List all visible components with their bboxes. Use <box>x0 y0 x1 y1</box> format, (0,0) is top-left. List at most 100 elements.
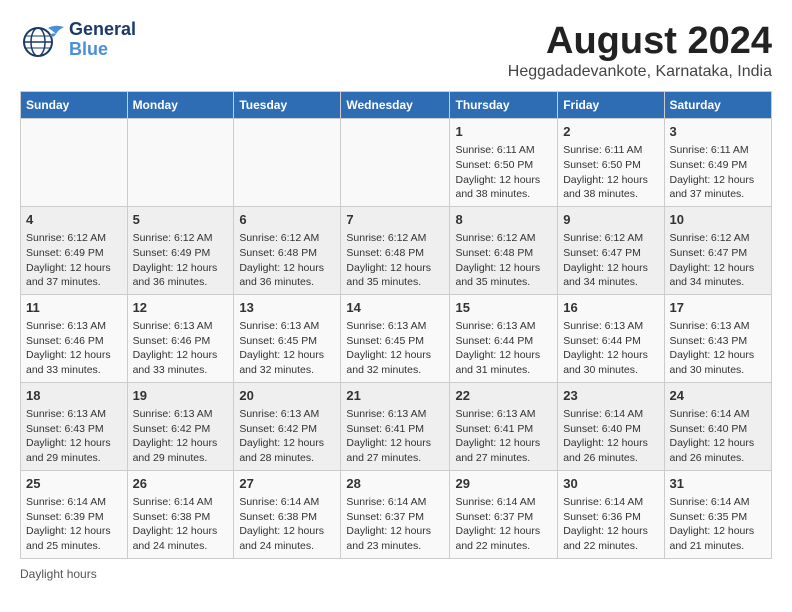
calendar-cell: 20Sunrise: 6:13 AM Sunset: 6:42 PM Dayli… <box>234 382 341 470</box>
calendar-table: SundayMondayTuesdayWednesdayThursdayFrid… <box>20 91 772 559</box>
calendar-cell: 13 Sunrise: 6:13 AM Sunset: 6:45 PM Dayli… <box>234 294 341 382</box>
col-header-sunday: Sunday <box>21 92 128 119</box>
day-number: 18 <box>26 387 122 405</box>
day-number: 9 <box>563 211 658 229</box>
calendar-cell: 27 Sunrise: 6:14 AM Sunset: 6:38 PM Dayli… <box>234 470 341 558</box>
calendar-header-row: SundayMondayTuesdayWednesdayThursdayFrid… <box>21 92 772 119</box>
day-number: 1 <box>455 123 552 141</box>
day-info: Sunrise: 6:14 AM Sunset: 6:36 PM Dayligh… <box>563 495 658 554</box>
calendar-cell: 6Sunrise: 6:12 AM Sunset: 6:48 PM Daylig… <box>234 206 341 294</box>
footer-note: Daylight hours <box>20 567 772 581</box>
col-header-saturday: Saturday <box>664 92 772 119</box>
calendar-cell <box>127 119 234 207</box>
day-number: 7 <box>346 211 444 229</box>
day-info: Sunrise: 6:14 AM Sunset: 6:39 PM Dayligh… <box>26 495 122 554</box>
calendar-cell: 12Sunrise: 6:13 AM Sunset: 6:46 PM Dayli… <box>127 294 234 382</box>
day-info: Sunrise: 6:13 AM Sunset: 6:44 PM Dayligh… <box>563 319 658 378</box>
logo-blue: Blue <box>69 40 136 60</box>
day-number: 19 <box>133 387 229 405</box>
day-info: Sunrise: 6:12 AM Sunset: 6:49 PM Dayligh… <box>133 231 229 290</box>
calendar-cell: 8 Sunrise: 6:12 AM Sunset: 6:48 PM Daylig… <box>450 206 558 294</box>
calendar-week-row: 18 Sunrise: 6:13 AM Sunset: 6:43 PM Dayli… <box>21 382 772 470</box>
calendar-cell: 25 Sunrise: 6:14 AM Sunset: 6:39 PM Dayli… <box>21 470 128 558</box>
day-number: 26 <box>133 475 229 493</box>
day-info: Sunrise: 6:14 AM Sunset: 6:38 PM Dayligh… <box>239 495 335 554</box>
calendar-cell: 23Sunrise: 6:14 AM Sunset: 6:40 PM Dayli… <box>558 382 664 470</box>
day-info: Sunrise: 6:14 AM Sunset: 6:35 PM Dayligh… <box>670 495 767 554</box>
col-header-wednesday: Wednesday <box>341 92 450 119</box>
logo: General Blue <box>20 20 136 60</box>
day-info: Sunrise: 6:13 AM Sunset: 6:43 PM Dayligh… <box>26 407 122 466</box>
calendar-cell: 31 Sunrise: 6:14 AM Sunset: 6:35 PM Dayli… <box>664 470 772 558</box>
col-header-friday: Friday <box>558 92 664 119</box>
calendar-cell: 18 Sunrise: 6:13 AM Sunset: 6:43 PM Dayli… <box>21 382 128 470</box>
calendar-cell <box>234 119 341 207</box>
calendar-cell <box>21 119 128 207</box>
day-number: 31 <box>670 475 767 493</box>
day-number: 13 <box>239 299 335 317</box>
calendar-cell: 9 Sunrise: 6:12 AM Sunset: 6:47 PM Daylig… <box>558 206 664 294</box>
calendar-week-row: 25 Sunrise: 6:14 AM Sunset: 6:39 PM Dayli… <box>21 470 772 558</box>
calendar-cell: 28Sunrise: 6:14 AM Sunset: 6:37 PM Dayli… <box>341 470 450 558</box>
day-number: 4 <box>26 211 122 229</box>
day-info: Sunrise: 6:12 AM Sunset: 6:48 PM Dayligh… <box>239 231 335 290</box>
day-number: 5 <box>133 211 229 229</box>
day-number: 30 <box>563 475 658 493</box>
day-info: Sunrise: 6:14 AM Sunset: 6:38 PM Dayligh… <box>133 495 229 554</box>
day-info: Sunrise: 6:14 AM Sunset: 6:37 PM Dayligh… <box>346 495 444 554</box>
day-info: Sunrise: 6:13 AM Sunset: 6:41 PM Dayligh… <box>455 407 552 466</box>
calendar-cell: 5 Sunrise: 6:12 AM Sunset: 6:49 PM Daylig… <box>127 206 234 294</box>
calendar-cell: 17 Sunrise: 6:13 AM Sunset: 6:43 PM Dayli… <box>664 294 772 382</box>
day-number: 17 <box>670 299 767 317</box>
calendar-cell: 4Sunrise: 6:12 AM Sunset: 6:49 PM Daylig… <box>21 206 128 294</box>
calendar-cell: 29Sunrise: 6:14 AM Sunset: 6:37 PM Dayli… <box>450 470 558 558</box>
day-info: Sunrise: 6:12 AM Sunset: 6:47 PM Dayligh… <box>563 231 658 290</box>
calendar-cell: 19Sunrise: 6:13 AM Sunset: 6:42 PM Dayli… <box>127 382 234 470</box>
day-info: Sunrise: 6:12 AM Sunset: 6:48 PM Dayligh… <box>455 231 552 290</box>
calendar-cell: 24 Sunrise: 6:14 AM Sunset: 6:40 PM Dayli… <box>664 382 772 470</box>
calendar-cell: 10Sunrise: 6:12 AM Sunset: 6:47 PM Dayli… <box>664 206 772 294</box>
day-info: Sunrise: 6:13 AM Sunset: 6:45 PM Dayligh… <box>239 319 335 378</box>
day-number: 11 <box>26 299 122 317</box>
page-header: General Blue August 2024 Heggadadevankot… <box>20 20 772 81</box>
day-info: Sunrise: 6:13 AM Sunset: 6:41 PM Dayligh… <box>346 407 444 466</box>
day-number: 22 <box>455 387 552 405</box>
day-number: 8 <box>455 211 552 229</box>
day-number: 24 <box>670 387 767 405</box>
calendar-cell: 21Sunrise: 6:13 AM Sunset: 6:41 PM Dayli… <box>341 382 450 470</box>
day-info: Sunrise: 6:11 AM Sunset: 6:50 PM Dayligh… <box>455 143 552 202</box>
day-info: Sunrise: 6:13 AM Sunset: 6:43 PM Dayligh… <box>670 319 767 378</box>
calendar-cell: 16 Sunrise: 6:13 AM Sunset: 6:44 PM Dayli… <box>558 294 664 382</box>
page-title: August 2024 <box>508 20 772 63</box>
calendar-cell: 14Sunrise: 6:13 AM Sunset: 6:45 PM Dayli… <box>341 294 450 382</box>
day-info: Sunrise: 6:13 AM Sunset: 6:46 PM Dayligh… <box>133 319 229 378</box>
day-number: 20 <box>239 387 335 405</box>
calendar-week-row: 1 Sunrise: 6:11 AM Sunset: 6:50 PM Daylig… <box>21 119 772 207</box>
calendar-cell: 7 Sunrise: 6:12 AM Sunset: 6:48 PM Daylig… <box>341 206 450 294</box>
calendar-cell: 3Sunrise: 6:11 AM Sunset: 6:49 PM Daylig… <box>664 119 772 207</box>
day-number: 16 <box>563 299 658 317</box>
col-header-tuesday: Tuesday <box>234 92 341 119</box>
day-info: Sunrise: 6:12 AM Sunset: 6:48 PM Dayligh… <box>346 231 444 290</box>
calendar-cell: 15 Sunrise: 6:13 AM Sunset: 6:44 PM Dayli… <box>450 294 558 382</box>
day-number: 27 <box>239 475 335 493</box>
day-number: 10 <box>670 211 767 229</box>
day-number: 2 <box>563 123 658 141</box>
day-info: Sunrise: 6:14 AM Sunset: 6:40 PM Dayligh… <box>563 407 658 466</box>
calendar-cell: 1 Sunrise: 6:11 AM Sunset: 6:50 PM Daylig… <box>450 119 558 207</box>
day-number: 25 <box>26 475 122 493</box>
day-number: 3 <box>670 123 767 141</box>
calendar-week-row: 11 Sunrise: 6:13 AM Sunset: 6:46 PM Dayli… <box>21 294 772 382</box>
calendar-cell: 11 Sunrise: 6:13 AM Sunset: 6:46 PM Dayli… <box>21 294 128 382</box>
col-header-thursday: Thursday <box>450 92 558 119</box>
day-number: 14 <box>346 299 444 317</box>
day-info: Sunrise: 6:13 AM Sunset: 6:44 PM Dayligh… <box>455 319 552 378</box>
calendar-cell: 2Sunrise: 6:11 AM Sunset: 6:50 PM Daylig… <box>558 119 664 207</box>
day-number: 15 <box>455 299 552 317</box>
day-info: Sunrise: 6:14 AM Sunset: 6:40 PM Dayligh… <box>670 407 767 466</box>
day-number: 29 <box>455 475 552 493</box>
title-area: August 2024 Heggadadevankote, Karnataka,… <box>508 20 772 81</box>
day-info: Sunrise: 6:13 AM Sunset: 6:46 PM Dayligh… <box>26 319 122 378</box>
logo-general: General <box>69 20 136 40</box>
calendar-cell: 30 Sunrise: 6:14 AM Sunset: 6:36 PM Dayli… <box>558 470 664 558</box>
